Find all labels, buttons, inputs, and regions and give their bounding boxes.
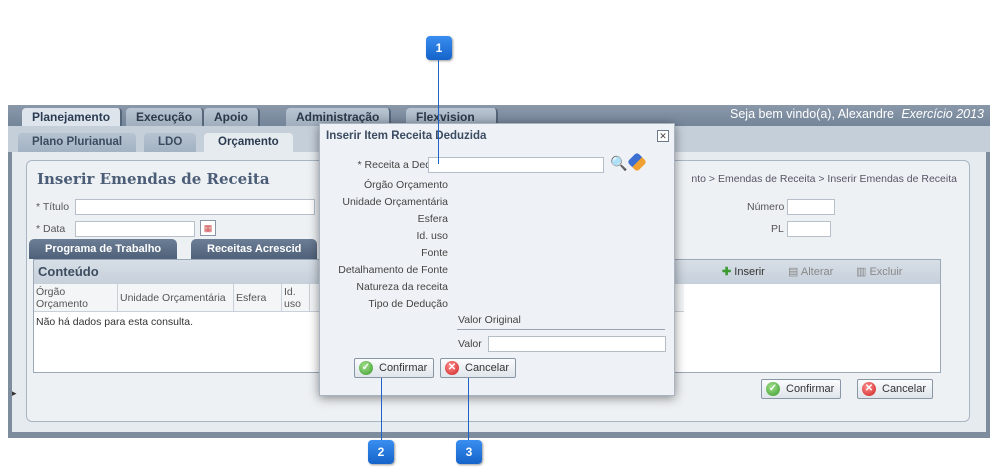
- detalhamento-fonte-label: Detalhamento de Fonte: [338, 264, 448, 276]
- fonte-label: Fonte: [421, 247, 448, 259]
- dialog-cancel-label: Cancelar: [465, 362, 510, 374]
- titulo-input[interactable]: [75, 199, 315, 215]
- trash-icon: ▥: [856, 266, 867, 278]
- insert-button[interactable]: ✚ Inserir: [722, 265, 765, 278]
- insert-item-dialog: Inserir Item Receita Deduzida ✕ * Receit…: [319, 123, 675, 396]
- pl-label: PL: [771, 223, 784, 235]
- col-orgao[interactable]: Órgão Orçamento: [34, 284, 118, 312]
- dialog-cancel-button[interactable]: Cancelar: [440, 358, 517, 378]
- orgao-orcamento-label: Órgão Orçamento: [363, 179, 448, 191]
- tab-programa-de-trabalho[interactable]: Programa de Trabalho: [29, 239, 178, 259]
- exercise-year: Exercício 2013: [901, 107, 984, 121]
- confirm-label: Confirmar: [786, 383, 835, 395]
- check-icon: [359, 361, 373, 375]
- grid-title: Conteúdo: [38, 264, 99, 279]
- plus-icon: ✚: [722, 266, 732, 278]
- tab-ldo[interactable]: LDO: [144, 133, 197, 152]
- cancel-label: Cancelar: [882, 383, 927, 395]
- data-label: * Data: [36, 223, 66, 235]
- callout-2-line: [381, 378, 382, 440]
- delete-label: Excluir: [869, 266, 903, 278]
- callout-1-line: [438, 60, 439, 164]
- id-uso-label: Id. uso: [416, 230, 448, 242]
- titulo-label: * Título: [36, 201, 70, 213]
- cancel-icon: [862, 382, 876, 396]
- esfera-label: Esfera: [417, 213, 448, 225]
- divider: [457, 329, 665, 330]
- natureza-receita-label: Natureza da receita: [356, 281, 448, 293]
- empty-message: Não há dados para esta consulta.: [36, 316, 194, 328]
- search-icon[interactable]: 🔍: [610, 155, 627, 172]
- edit-button[interactable]: ▤ Alterar: [788, 265, 833, 278]
- tab-receitas-acrescidas[interactable]: Receitas Acrescid: [191, 239, 318, 259]
- welcome-text: Seja bem vindo(a), Alexandre: [730, 107, 894, 121]
- pl-input[interactable]: [787, 221, 831, 237]
- edit-label: Alterar: [800, 266, 834, 278]
- confirm-button[interactable]: Confirmar: [761, 379, 842, 399]
- col-esfera[interactable]: Esfera: [234, 284, 282, 312]
- callout-3-line: [468, 378, 469, 440]
- valor-original-label: Valor Original: [458, 314, 521, 326]
- numero-input[interactable]: [787, 199, 835, 215]
- tab-execucao[interactable]: Execução: [126, 108, 205, 126]
- tipo-deducao-label: Tipo de Dedução: [368, 298, 448, 310]
- callout-1: 1: [426, 36, 452, 60]
- tab-planejamento[interactable]: Planejamento: [22, 108, 123, 126]
- dialog-confirm-label: Confirmar: [379, 362, 428, 374]
- collapse-arrow-icon[interactable]: ▸: [12, 388, 20, 404]
- calendar-icon[interactable]: ▦: [200, 220, 216, 236]
- cancel-icon: [445, 361, 459, 375]
- valor-input[interactable]: [488, 336, 666, 352]
- page-title: Inserir Emendas de Receita: [37, 170, 270, 188]
- dialog-confirm-button[interactable]: Confirmar: [354, 358, 435, 378]
- edit-icon: ▤: [788, 266, 799, 278]
- close-icon[interactable]: ✕: [657, 130, 669, 142]
- insert-label: Inserir: [734, 266, 765, 278]
- breadcrumb: nto > Emendas de Receita > Inserir Emend…: [691, 173, 957, 185]
- check-icon: [766, 382, 780, 396]
- col-unidade[interactable]: Unidade Orçamentária: [118, 284, 234, 312]
- callout-2: 2: [368, 440, 394, 464]
- unidade-orcamentaria-label: Unidade Orçamentária: [342, 196, 448, 208]
- eraser-icon[interactable]: [627, 152, 647, 172]
- callout-3: 3: [456, 440, 482, 464]
- delete-button[interactable]: ▥ Excluir: [856, 265, 902, 278]
- dialog-title: Inserir Item Receita Deduzida: [326, 130, 487, 142]
- receita-a-deduzir-input[interactable]: [428, 157, 604, 173]
- col-id-uso[interactable]: Id. uso: [282, 284, 310, 312]
- numero-label: Número: [747, 201, 785, 213]
- tab-plano-plurianual[interactable]: Plano Plurianual: [18, 133, 137, 152]
- tab-orcamento[interactable]: Orçamento: [204, 133, 293, 152]
- cancel-button[interactable]: Cancelar: [857, 379, 934, 399]
- tab-apoio[interactable]: Apoio: [204, 108, 260, 126]
- valor-label: Valor: [458, 338, 482, 350]
- data-input[interactable]: [75, 221, 195, 237]
